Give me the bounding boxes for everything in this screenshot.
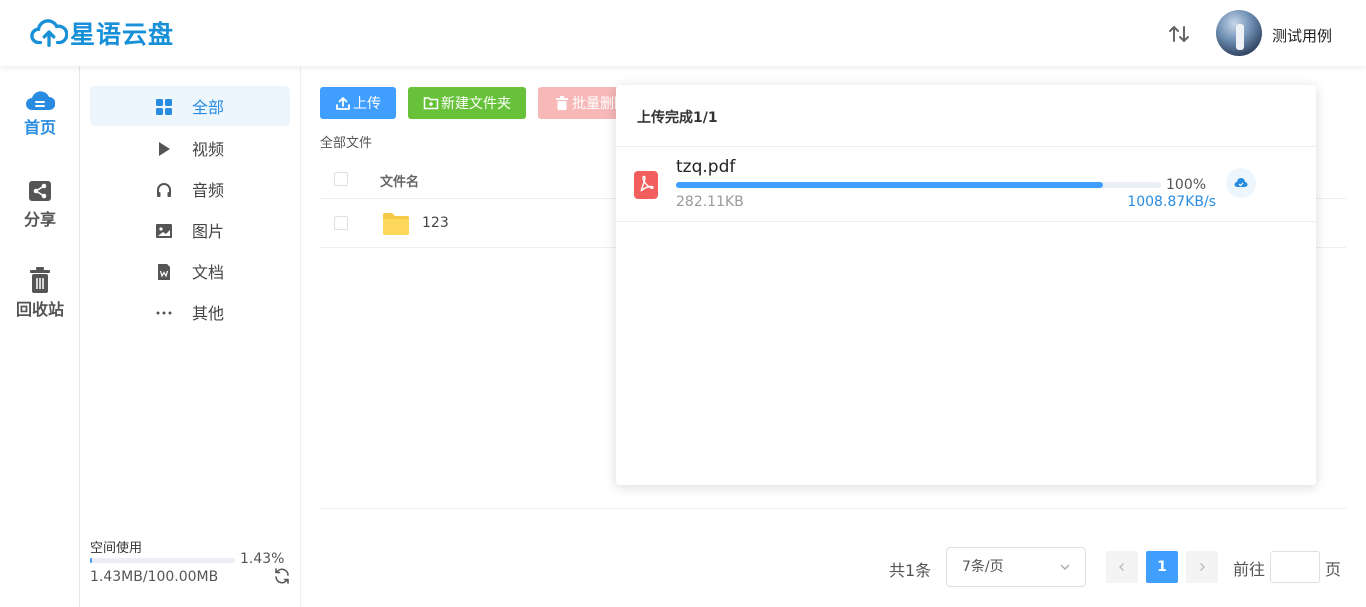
chevron-down-icon: [1060, 564, 1070, 570]
trash-icon: [556, 96, 568, 110]
nav-label: 首页: [23, 118, 56, 137]
page-size-value: 7条/页: [962, 559, 1004, 575]
user-name[interactable]: 测试用例: [1272, 25, 1332, 46]
logo[interactable]: 星语云盘: [30, 14, 174, 52]
batch-delete-button[interactable]: 批量删除: [538, 87, 628, 119]
goto-unit: 页: [1325, 560, 1342, 579]
new-folder-label: 新建文件夹: [441, 96, 511, 112]
document-icon: [158, 264, 170, 280]
sidebar-item-video[interactable]: 视频: [90, 128, 290, 168]
sidebar-item-label: 其他: [192, 304, 225, 323]
trash-icon: [30, 267, 50, 293]
upload-status-button[interactable]: [1226, 168, 1256, 198]
upload-file-size: 282.11KB: [676, 194, 744, 210]
upload-percent: 100%: [1166, 177, 1207, 193]
upload-label: 上传: [353, 96, 381, 112]
upload-file-name: tzq.pdf: [676, 157, 736, 177]
refresh-icon[interactable]: [273, 567, 291, 585]
sidebar-item-other[interactable]: 其他: [90, 292, 290, 332]
file-name[interactable]: 123: [422, 215, 449, 231]
play-icon: [159, 142, 170, 156]
space-usage-bar: [90, 558, 235, 563]
sidebar-item-label: 图片: [192, 222, 225, 241]
cloud-upload-icon: [30, 19, 68, 48]
page-number-button[interactable]: 1: [1146, 551, 1178, 583]
sidebar-item-image[interactable]: 图片: [90, 210, 290, 250]
nav-label: 回收站: [15, 300, 64, 319]
main-nav: 首页 分享 回收站: [0, 66, 80, 607]
upload-item: tzq.pdf 100% 282.11KB 1008.87KB/s: [616, 147, 1316, 222]
upload-button[interactable]: 上传: [320, 87, 396, 119]
folder-add-icon: [423, 97, 439, 110]
cloud-done-icon: [1234, 178, 1248, 187]
new-folder-button[interactable]: 新建文件夹: [408, 87, 526, 119]
row-checkbox[interactable]: [334, 216, 348, 230]
nav-item-share[interactable]: 分享: [0, 178, 80, 230]
sidebar-item-audio[interactable]: 音频: [90, 169, 290, 209]
sidebar-item-label: 视频: [192, 140, 225, 159]
top-bar: 星语云盘 测试用例: [0, 0, 1366, 66]
nav-label: 分享: [23, 210, 56, 229]
pagination-total: 共1条: [889, 561, 932, 580]
more-icon: [156, 311, 172, 315]
category-sidebar: 全部 视频 音频 图片 文档 其他 空间使用 1.43% 1.43MB/100.…: [81, 66, 301, 607]
avatar[interactable]: [1216, 10, 1262, 56]
goto-page-input[interactable]: [1270, 551, 1320, 583]
nav-item-recycle[interactable]: 回收站: [0, 266, 80, 320]
cloud-icon: [26, 91, 55, 110]
select-all-checkbox[interactable]: [334, 172, 348, 186]
chevron-right-icon: [1200, 563, 1205, 571]
breadcrumb[interactable]: 全部文件: [320, 132, 372, 151]
image-icon: [156, 224, 172, 238]
headphones-icon: [157, 183, 171, 197]
upload-panel: 上传完成1/1 tzq.pdf 100% 282.11KB 1008.87KB/…: [616, 85, 1316, 485]
page-size-select[interactable]: 7条/页: [946, 547, 1086, 587]
goto-label: 前往: [1233, 560, 1266, 579]
sidebar-item-label: 全部: [192, 98, 225, 117]
divider: [320, 508, 1346, 509]
sidebar-item-label: 文档: [192, 263, 225, 282]
upload-progress-bar: [676, 182, 1161, 188]
sidebar-item-all[interactable]: 全部: [90, 86, 290, 126]
sidebar-item-document[interactable]: 文档: [90, 251, 290, 291]
chevron-left-icon: [1119, 563, 1124, 571]
upload-panel-title: 上传完成1/1: [637, 110, 718, 126]
app-name: 星语云盘: [70, 20, 175, 49]
share-icon: [29, 181, 51, 201]
grid-icon: [156, 99, 172, 115]
next-page-button[interactable]: [1186, 551, 1218, 583]
folder-icon: [383, 213, 409, 235]
column-header-filename: 文件名: [380, 175, 420, 190]
nav-item-home[interactable]: 首页: [0, 88, 80, 138]
sort-icon[interactable]: [1166, 21, 1192, 47]
space-usage-label: 空间使用: [90, 541, 143, 556]
upload-icon: [336, 97, 350, 110]
pdf-icon: [634, 171, 658, 199]
space-usage-size: 1.43MB/100.00MB: [90, 569, 219, 585]
prev-page-button[interactable]: [1106, 551, 1138, 583]
sidebar-item-label: 音频: [192, 181, 225, 200]
upload-speed: 1008.87KB/s: [1127, 194, 1216, 210]
space-usage-percent: 1.43%: [240, 551, 285, 567]
